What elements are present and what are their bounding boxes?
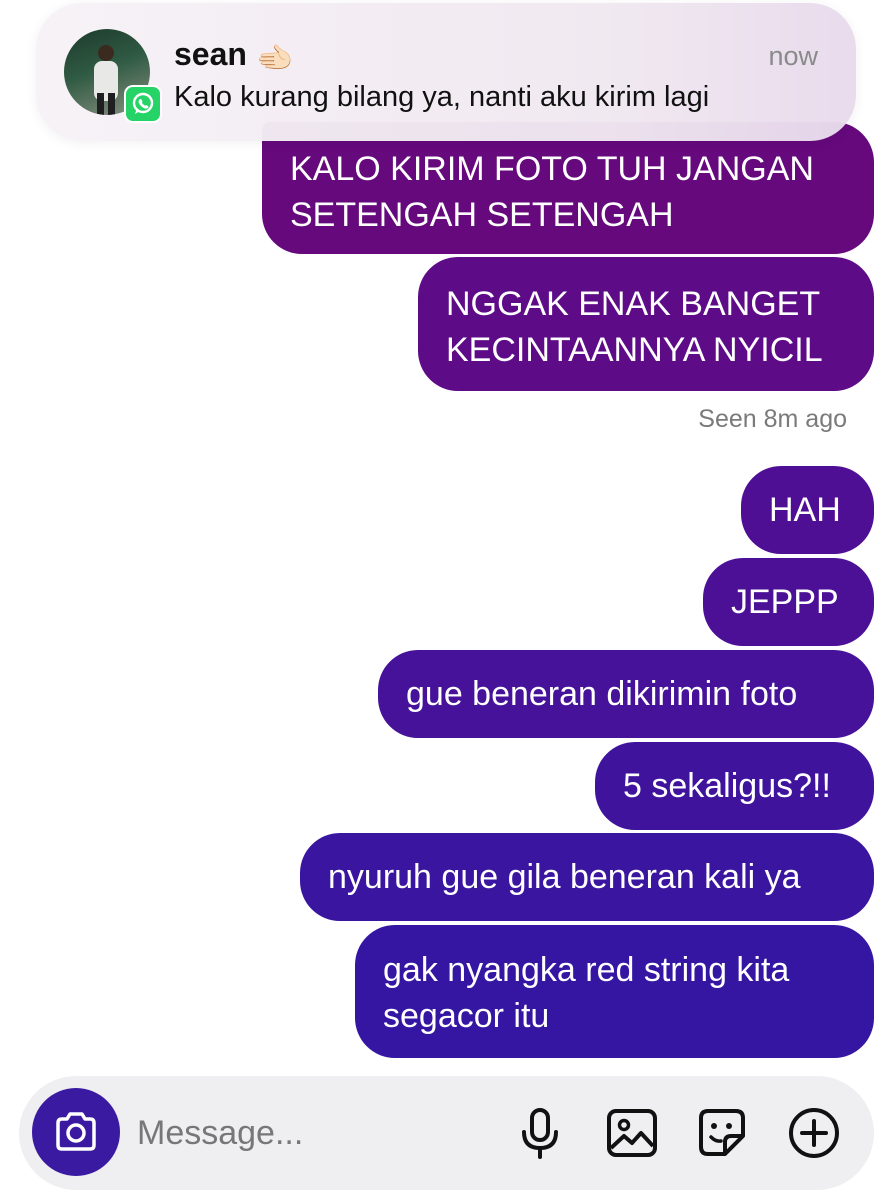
notification-message: Kalo kurang bilang ya, nanti aku kirim l… [174, 81, 710, 113]
whatsapp-icon [124, 85, 162, 123]
message-text: HAH [769, 491, 841, 529]
hand-emoji: 🫲🏻 [256, 42, 294, 75]
message-composer [19, 1076, 874, 1190]
message-text: nyuruh gue gila beneran kali ya [328, 858, 801, 896]
message-text: NGGAK ENAK BANGET KECINTAANNYA NYICIL [446, 285, 823, 369]
message-bubble[interactable]: KALO KIRIM FOTO TUH JANGAN SETENGAH SETE… [262, 122, 874, 254]
message-bubble[interactable]: gue beneran dikirimin foto [378, 650, 874, 738]
microphone-button[interactable] [513, 1106, 567, 1160]
message-bubble[interactable]: NGGAK ENAK BANGET KECINTAANNYA NYICIL [418, 257, 874, 391]
message-bubble[interactable]: gak nyangka red string kita segacor itu [355, 925, 874, 1058]
sender-name: sean [174, 36, 247, 72]
sticker-button[interactable] [695, 1106, 749, 1160]
message-text: KALO KIRIM FOTO TUH JANGAN SETENGAH SETE… [290, 150, 814, 234]
message-bubble[interactable]: HAH [741, 466, 874, 554]
microphone-icon [522, 1108, 558, 1159]
gallery-icon [607, 1109, 657, 1157]
camera-button[interactable] [32, 1088, 120, 1176]
gallery-button[interactable] [605, 1106, 659, 1160]
message-text: gak nyangka red string kita segacor itu [383, 951, 790, 1035]
message-text: JEPPP [731, 583, 839, 621]
message-text: 5 sekaligus?!! [623, 767, 831, 805]
message-input[interactable] [137, 1108, 497, 1158]
sticker-icon [699, 1109, 745, 1156]
message-bubble[interactable]: 5 sekaligus?!! [595, 742, 874, 830]
notification-time: now [768, 41, 818, 71]
notification-banner[interactable]: sean 🫲🏻 now Kalo kurang bilang ya, nanti… [36, 3, 856, 141]
person-photo [94, 45, 118, 115]
camera-icon [56, 1112, 96, 1151]
message-text: gue beneran dikirimin foto [406, 675, 798, 713]
message-bubble[interactable]: JEPPP [703, 558, 874, 646]
seen-status: Seen 8m ago [698, 405, 847, 433]
message-bubble[interactable]: nyuruh gue gila beneran kali ya [300, 833, 874, 921]
plus-icon [789, 1108, 839, 1158]
add-button[interactable] [787, 1106, 841, 1160]
